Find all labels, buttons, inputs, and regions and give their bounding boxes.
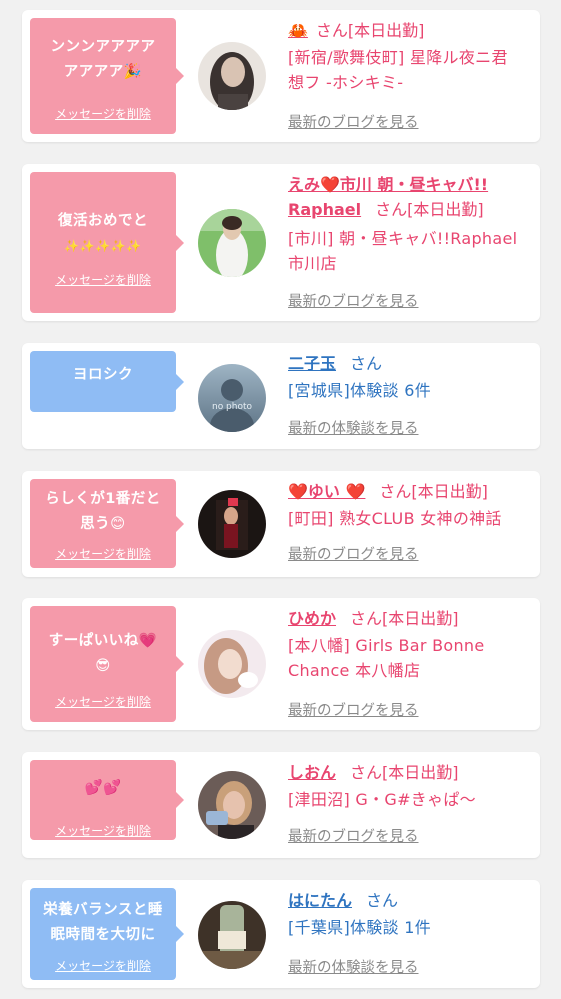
message-card: すーぱいいね💗 😎 メッセージを削除 ひめか さん[本日出勤] [本八幡] Gir… (22, 598, 540, 730)
latest-blog-link[interactable]: 最新のブログを見る (288, 543, 419, 564)
message-card: 栄養バランスと睡 眠時間を大切に メッセージを削除 はにたん さん [千葉県]体験… (22, 880, 540, 988)
delete-message-link[interactable]: メッセージを削除 (30, 693, 176, 710)
message-card: 復活おめでと ✨✨✨✨✨ メッセージを削除 えみ❤️市川 朝・昼キャバ!! Ra… (22, 164, 540, 321)
cast-name-line: はにたん さん (288, 888, 532, 913)
cast-status: さん (366, 891, 399, 910)
latest-blog-link[interactable]: 最新のブログを見る (288, 111, 419, 132)
no-photo-text: no photo (211, 402, 253, 412)
cast-name-link[interactable]: しおん (288, 763, 336, 782)
avatar[interactable] (198, 42, 266, 110)
cast-name-line: えみ❤️市川 朝・昼キャバ!! Raphael さん[本日出勤] (288, 172, 532, 222)
avatar-photo (198, 42, 266, 110)
cast-name-line: 二子玉 さん (288, 351, 532, 376)
avatar-photo (198, 490, 266, 558)
shop-info: [千葉県]体験談 1件 (288, 918, 432, 937)
latest-blog-link[interactable]: 最新のブログを見る (288, 290, 419, 311)
cast-name-link[interactable]: 二子玉 (288, 354, 336, 373)
cast-info: 🦀 さん[本日出勤] [新宿/歌舞伎町] 星降ル夜ニ君 想フ -ホシキミ- (288, 18, 532, 95)
message-card: ンンンアアアア アアアア🎉 メッセージを削除 🦀 さん[本日出勤] [新宿/歌舞伎… (22, 10, 540, 142)
cast-name-link[interactable]: 🦀 (288, 21, 308, 40)
cast-name-link[interactable]: はにたん (288, 891, 352, 910)
avatar-placeholder (198, 364, 266, 432)
cast-info: 二子玉 さん [宮城県]体験談 6件 (288, 351, 532, 403)
message-card: ヨロシク メッセージを削除 no photo 二子玉 さん [宮城県]体験談 6件… (22, 343, 540, 449)
cast-name-link-cont[interactable]: Raphael (288, 200, 361, 219)
message-text: ンンンアアアア アアアア🎉 (50, 39, 156, 80)
cast-info: えみ❤️市川 朝・昼キャバ!! Raphael さん[本日出勤] [市川] 朝・昼… (288, 172, 532, 276)
cast-status: さん (350, 354, 383, 373)
cast-status: さん[本日出勤] (350, 609, 459, 628)
cast-status: さん[本日出勤] (379, 482, 488, 501)
cast-name-link[interactable]: ひめか (288, 609, 336, 628)
cast-info: ❤️ゆい ❤️ さん[本日出勤] [町田] 熟女CLUB 女神の神話 (288, 479, 532, 531)
shop-info: [宮城県]体験談 6件 (288, 381, 432, 400)
shop-info: [津田沼] G・G#きゃぱ〜 (288, 790, 476, 809)
cast-info: しおん さん[本日出勤] [津田沼] G・G#きゃぱ〜 (288, 760, 532, 812)
cast-status: さん[本日出勤] (350, 763, 459, 782)
avatar[interactable] (198, 630, 266, 698)
message-bubble: すーぱいいね💗 😎 メッセージを削除 (30, 606, 184, 722)
avatar-photo (198, 901, 266, 969)
latest-review-link[interactable]: 最新の体験談を見る (288, 417, 419, 438)
avatar[interactable] (198, 771, 266, 839)
latest-blog-link[interactable]: 最新のブログを見る (288, 699, 419, 720)
cast-status: さん[本日出勤] (315, 21, 425, 40)
avatar[interactable] (198, 901, 266, 969)
avatar[interactable] (198, 490, 266, 558)
message-text: らしくが1番だと 思う😊 (45, 491, 161, 532)
latest-review-link[interactable]: 最新の体験談を見る (288, 956, 419, 977)
message-card: 💕💕 メッセージを削除 しおん さん[本日出勤] [津田沼] G・G#きゃぱ〜 最… (22, 752, 540, 858)
message-bubble: 栄養バランスと睡 眠時間を大切に メッセージを削除 (30, 888, 184, 980)
cast-name-link[interactable]: えみ❤️市川 朝・昼キャバ!! (288, 172, 532, 197)
cast-name-line: しおん さん[本日出勤] (288, 760, 532, 785)
avatar[interactable]: no photo (198, 364, 266, 432)
cast-name-link[interactable]: ❤️ゆい ❤️ (288, 482, 365, 501)
message-bubble: 💕💕 メッセージを削除 (30, 760, 184, 840)
cast-name-line: 🦀 さん[本日出勤] (288, 18, 532, 43)
cast-name-line: ひめか さん[本日出勤] (288, 606, 532, 631)
delete-message-link[interactable]: メッセージを削除 (30, 822, 176, 839)
message-bubble: らしくが1番だと 思う😊 メッセージを削除 (30, 479, 184, 568)
message-text: すーぱいいね💗 😎 (48, 633, 158, 674)
message-card: らしくが1番だと 思う😊 メッセージを削除 ❤️ゆい ❤️ さん[本日出勤] [町… (22, 471, 540, 577)
delete-message-link[interactable]: メッセージを削除 (30, 545, 176, 562)
shop-info: [本八幡] Girls Bar Bonne Chance 本八幡店 (288, 636, 485, 680)
cast-info: はにたん さん [千葉県]体験談 1件 (288, 888, 532, 940)
avatar[interactable] (198, 209, 266, 277)
delete-message-link[interactable]: メッセージを削除 (30, 957, 176, 974)
avatar-photo (198, 771, 266, 839)
latest-blog-link[interactable]: 最新のブログを見る (288, 825, 419, 846)
avatar-photo (198, 209, 266, 277)
message-bubble: 復活おめでと ✨✨✨✨✨ メッセージを削除 (30, 172, 184, 313)
cast-info: ひめか さん[本日出勤] [本八幡] Girls Bar Bonne Chance… (288, 606, 532, 683)
cast-name-line: ❤️ゆい ❤️ さん[本日出勤] (288, 479, 532, 504)
cast-status: さん[本日出勤] (375, 200, 484, 219)
shop-info: [町田] 熟女CLUB 女神の神話 (288, 509, 502, 528)
shop-info: [新宿/歌舞伎町] 星降ル夜ニ君 想フ -ホシキミ- (288, 48, 508, 92)
message-text: 栄養バランスと睡 眠時間を大切に (43, 902, 163, 943)
message-text: 復活おめでと ✨✨✨✨✨ (58, 213, 148, 253)
message-bubble: ンンンアアアア アアアア🎉 メッセージを削除 (30, 18, 184, 134)
message-text: 💕💕 (84, 780, 122, 796)
delete-message-link[interactable]: メッセージを削除 (30, 271, 176, 288)
shop-info: [市川] 朝・昼キャバ!!Raphael 市川店 (288, 229, 518, 273)
delete-message-link[interactable]: メッセージを削除 (30, 105, 176, 122)
avatar-photo (198, 630, 266, 698)
delete-message-link[interactable]: メッセージを削除 (30, 413, 176, 430)
message-text: ヨロシク (73, 367, 133, 383)
message-bubble: ヨロシク メッセージを削除 (30, 351, 184, 429)
